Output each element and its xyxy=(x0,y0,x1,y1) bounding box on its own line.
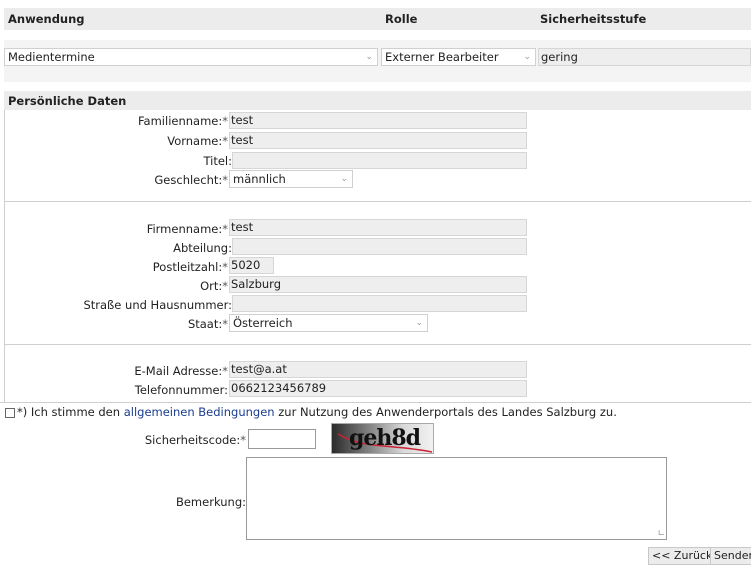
country-label: Staat:* xyxy=(187,317,228,331)
terms-text: *) Ich stimme den allgemeinen Bedingunge… xyxy=(17,405,617,419)
column-header-security: Sicherheitsstufe xyxy=(540,12,647,26)
application-select-value: Medientermine xyxy=(8,50,95,64)
security-level-value: gering xyxy=(541,50,578,64)
company-label: Firmenname:* xyxy=(146,222,228,236)
gender-select[interactable]: männlich ⌄ xyxy=(229,170,353,188)
security-level-field: gering xyxy=(538,48,751,66)
street-field[interactable] xyxy=(232,295,527,312)
captcha-text: geh8d xyxy=(349,425,421,451)
terms-link[interactable]: allgemeinen Bedingungen xyxy=(124,405,275,419)
chevron-down-icon: ⌄ xyxy=(523,52,531,62)
chevron-down-icon: ⌄ xyxy=(365,52,373,62)
lastname-field[interactable]: test xyxy=(229,112,527,129)
department-label: Abteilung: xyxy=(173,241,232,255)
city-label: Ort:* xyxy=(200,279,228,293)
divider xyxy=(4,344,751,345)
column-header-role: Rolle xyxy=(385,12,418,26)
terms-prefix: *) Ich stimme den xyxy=(17,405,124,419)
application-select[interactable]: Medientermine ⌄ xyxy=(4,48,378,66)
divider xyxy=(4,201,751,202)
remark-textarea[interactable]: ∟ xyxy=(246,457,667,540)
role-select-value: Externer Bearbeiter xyxy=(385,50,499,64)
title-field[interactable] xyxy=(232,152,527,169)
remark-label: Bemerkung: xyxy=(175,495,246,509)
role-select[interactable]: Externer Bearbeiter ⌄ xyxy=(381,48,536,66)
country-select-value: Österreich xyxy=(233,316,293,330)
company-field[interactable]: test xyxy=(229,219,527,236)
zip-field[interactable]: 5020 xyxy=(229,257,274,274)
captcha-input[interactable] xyxy=(248,429,316,449)
terms-suffix: zur Nutzung des Anwenderportals des Land… xyxy=(274,405,617,419)
application-header-row: Anwendung Rolle Sicherheitsstufe xyxy=(4,8,751,30)
firstname-label: Vorname:* xyxy=(167,134,228,148)
column-header-application: Anwendung xyxy=(8,12,85,26)
captcha-label: Sicherheitscode:* xyxy=(144,433,246,447)
back-button[interactable]: << Zurück xyxy=(648,547,717,565)
terms-checkbox[interactable] xyxy=(5,408,15,418)
street-label: Straße und Hausnummer: xyxy=(83,298,232,312)
section-title: Persönliche Daten xyxy=(8,94,127,108)
email-label: E-Mail Adresse:* xyxy=(134,364,228,378)
send-button[interactable]: Senden xyxy=(710,547,751,565)
email-field[interactable]: test@a.at xyxy=(229,361,527,378)
resize-handle-icon[interactable]: ∟ xyxy=(657,529,665,539)
gender-select-value: männlich xyxy=(233,172,286,186)
city-field[interactable]: Salzburg xyxy=(229,276,527,293)
firstname-field[interactable]: test xyxy=(229,132,527,149)
phone-field[interactable]: 0662123456789 xyxy=(229,380,527,397)
personal-data-header: Persönliche Daten xyxy=(4,91,751,110)
zip-label: Postleitzahl:* xyxy=(152,260,228,274)
phone-label: Telefonnummer: xyxy=(134,383,228,397)
chevron-down-icon: ⌄ xyxy=(415,318,423,328)
lastname-label: Familienname:* xyxy=(138,114,228,128)
chevron-down-icon: ⌄ xyxy=(340,174,348,184)
department-field[interactable] xyxy=(232,238,527,255)
country-select[interactable]: Österreich ⌄ xyxy=(229,314,428,332)
form-left-border xyxy=(4,110,5,402)
title-label: Titel: xyxy=(203,154,232,168)
captcha-image: geh8d xyxy=(331,423,434,454)
gender-label: Geschlecht:* xyxy=(154,173,228,187)
divider xyxy=(0,402,751,403)
